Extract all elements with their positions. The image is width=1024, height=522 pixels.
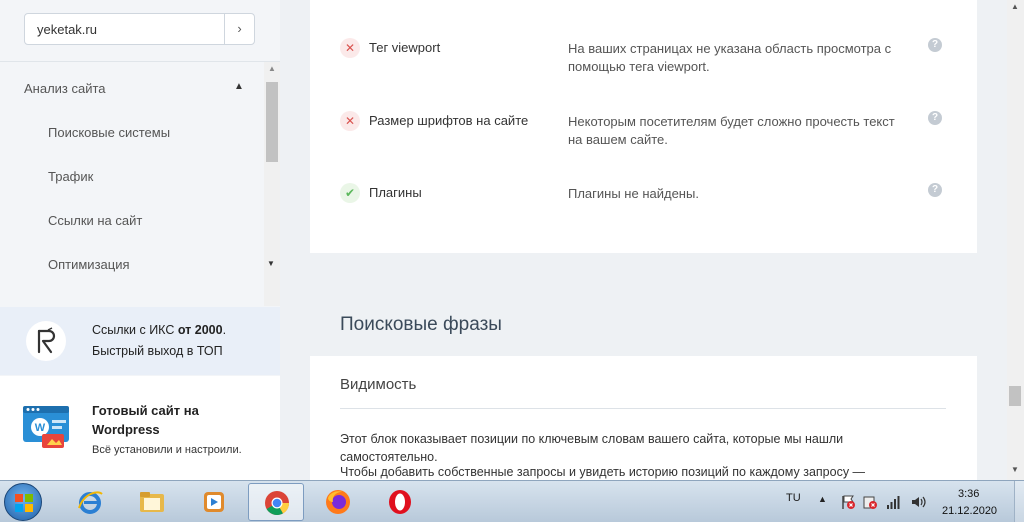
media-player-icon xyxy=(204,492,224,512)
promo-wordpress-title1: Готовый сайт на xyxy=(92,403,199,418)
mobile-checks-card: ✕ Тег viewport На ваших страницах не ука… xyxy=(310,0,977,253)
opera-taskbar-button[interactable] xyxy=(372,483,428,521)
clock-time[interactable]: 3:36 xyxy=(958,488,979,500)
nav-item-optimization[interactable]: Оптимизация xyxy=(48,257,130,272)
action-center-flag-icon[interactable] xyxy=(840,494,856,510)
promo-links-line1: Ссылки с ИКС от 2000. xyxy=(92,323,227,337)
clock-date[interactable]: 21.12.2020 xyxy=(942,505,997,517)
help-icon[interactable]: ? xyxy=(928,183,942,197)
scroll-down-icon[interactable]: ▼ xyxy=(1011,465,1019,474)
link-badge-icon xyxy=(26,321,66,361)
media-player-taskbar-button[interactable] xyxy=(186,483,242,521)
internet-explorer-taskbar-button[interactable] xyxy=(62,483,118,521)
scroll-up-icon[interactable]: ▲ xyxy=(1011,2,1019,11)
windows-logo-icon xyxy=(15,494,33,512)
security-alert-icon[interactable] xyxy=(862,494,878,510)
promo-wordpress-title2: Wordpress xyxy=(92,422,160,437)
nav-item-search-engines[interactable]: Поисковые системы xyxy=(48,125,170,140)
check-name: Тег viewport xyxy=(369,40,441,55)
promo-links-line2: Быстрый выход в ТОП xyxy=(92,344,223,358)
page-scrollbar[interactable]: ▲ ▼ xyxy=(1007,0,1024,480)
help-icon[interactable]: ? xyxy=(928,38,942,52)
promo-wordpress-banner[interactable]: W Готовый сайт на Wordpress Всё установи… xyxy=(0,376,280,480)
nav-item-backlinks[interactable]: Ссылки на сайт xyxy=(48,213,142,228)
help-icon[interactable]: ? xyxy=(928,111,942,125)
visibility-description: Этот блок показывает позиции по ключевым… xyxy=(340,432,844,464)
check-name: Размер шрифтов на сайте xyxy=(369,113,529,128)
start-button[interactable] xyxy=(4,483,42,521)
svg-text:W: W xyxy=(35,422,46,434)
site-selector[interactable]: yeketak.ru › xyxy=(24,13,255,45)
show-desktop-button[interactable] xyxy=(1014,481,1024,522)
nav-item-traffic[interactable]: Трафик xyxy=(48,169,93,184)
check-name: Плагины xyxy=(369,185,422,200)
wordpress-window-icon: W xyxy=(22,404,72,450)
divider xyxy=(340,408,946,409)
visibility-subtitle: Видимость xyxy=(340,376,417,393)
visibility-instruction: Чтобы добавить собственные запросы и уви… xyxy=(340,465,866,479)
volume-icon[interactable] xyxy=(910,494,926,510)
promo-wordpress-desc: Всё установили и настроили. xyxy=(92,444,242,456)
promo-links-banner[interactable]: Ссылки с ИКС от 2000. Быстрый выход в ТО… xyxy=(0,307,280,375)
nav-scrollbar[interactable]: ▲ ▼ xyxy=(264,62,280,306)
nav-section-header[interactable]: Анализ сайта xyxy=(24,81,106,96)
go-arrow-button[interactable]: › xyxy=(224,14,254,44)
firefox-taskbar-button[interactable] xyxy=(310,483,366,521)
opera-icon xyxy=(389,490,411,514)
sidebar: yeketak.ru › Анализ сайта ▲ Поисковые си… xyxy=(0,0,280,480)
scroll-down-icon[interactable]: ▼ xyxy=(267,259,275,268)
folder-icon xyxy=(140,492,164,512)
checkmark-icon: ✔ xyxy=(340,183,360,203)
internet-explorer-icon xyxy=(78,491,103,514)
cross-icon: ✕ xyxy=(340,38,360,58)
taskbar: TU ▲ 3:36 21.12.2020 xyxy=(0,480,1024,522)
scroll-thumb[interactable] xyxy=(266,82,278,162)
explorer-taskbar-button[interactable] xyxy=(124,483,180,521)
check-desc: На ваших страницах не указана область пр… xyxy=(568,41,892,74)
language-indicator[interactable]: TU xyxy=(786,492,801,504)
analysis-nav: Анализ сайта ▲ Поисковые системы Трафик … xyxy=(0,62,264,306)
check-desc: Некоторым посетителям будет сложно проче… xyxy=(568,114,895,147)
signal-strength-icon[interactable] xyxy=(886,494,902,510)
section-title: Поисковые фразы xyxy=(340,314,502,335)
site-name: yeketak.ru xyxy=(37,22,97,37)
cross-icon: ✕ xyxy=(340,111,360,131)
firefox-icon xyxy=(326,490,350,514)
check-desc: Плагины не найдены. xyxy=(568,186,699,201)
chrome-taskbar-button[interactable] xyxy=(248,483,304,521)
scroll-thumb[interactable] xyxy=(1009,386,1021,406)
show-hidden-icons-icon[interactable]: ▲ xyxy=(818,494,827,504)
scroll-up-icon[interactable]: ▲ xyxy=(268,64,276,73)
visibility-card: Видимость Этот блок показывает позиции п… xyxy=(310,356,977,480)
chrome-icon xyxy=(265,491,289,516)
chevron-up-icon[interactable]: ▲ xyxy=(234,81,244,92)
